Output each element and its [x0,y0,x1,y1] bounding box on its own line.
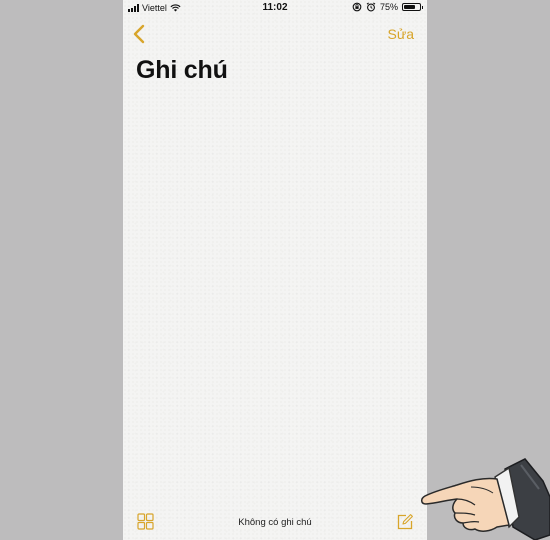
rotation-lock-icon [352,2,362,12]
alarm-icon [366,2,376,12]
battery-percent: 75% [379,2,398,12]
empty-notes-label: Không có ghi chú [238,517,312,528]
back-button[interactable] [129,22,149,46]
chevron-left-icon [133,24,145,44]
status-bar: Viettel 11:02 75% [123,0,427,16]
status-right: 75% [352,2,423,12]
battery-icon [402,3,423,11]
compose-button[interactable] [396,513,414,531]
phone-screen: Viettel 11:02 75% Sửa Ghi chú Không có g… [123,0,427,540]
compose-icon [397,514,413,530]
bottom-toolbar: Không có ghi chú [123,500,427,540]
battery-level-fill [404,5,416,9]
pointing-hand-icon [421,458,550,540]
edit-button[interactable]: Sửa [388,26,415,42]
page-title: Ghi chú [136,56,228,84]
